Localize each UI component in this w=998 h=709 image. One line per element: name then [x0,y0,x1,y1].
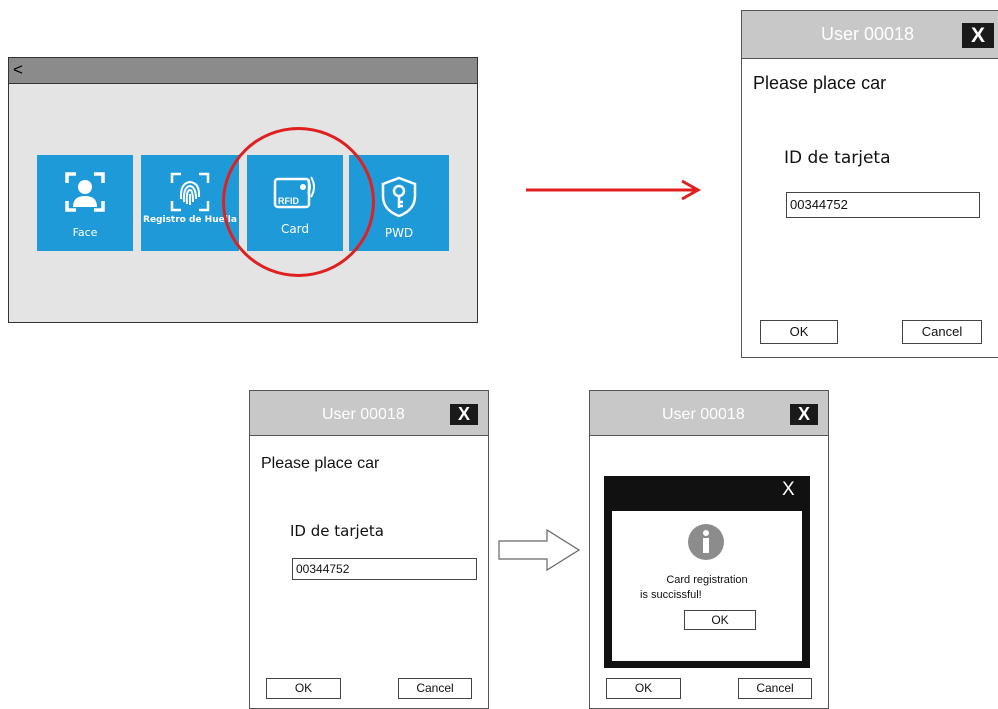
success-popup: X Card registration is succissful! OK [604,476,810,668]
success-message-line2: is succissful! [640,589,702,601]
place-card-prompt: Please place car [261,455,380,472]
card-id-label: ID de tarjeta [784,148,891,168]
popup-body: Card registration is succissful! OK [612,511,802,661]
popup-close-button[interactable]: X [782,479,795,501]
tile-face[interactable]: Face [37,155,133,251]
info-icon [688,524,724,560]
outline-arrow-icon [498,528,581,572]
dialog-titlebar: User 00018 X [590,391,828,436]
place-card-prompt: Please place car [753,73,887,93]
tile-face-label: Face [72,226,98,239]
ok-button[interactable]: OK [760,320,838,344]
dialog-titlebar: User 00018 X [250,391,488,436]
fingerprint-icon [170,172,210,212]
cancel-button[interactable]: Cancel [398,678,472,699]
success-message-line1: Card registration [666,574,748,586]
enroll-menu-screen: < Face Registro de Huella RFID Card PWD [8,57,478,323]
ok-button[interactable]: OK [606,678,681,699]
key-shield-icon [381,176,417,218]
card-id-input[interactable]: 00344752 [786,192,980,218]
highlight-circle [222,127,375,277]
dialog-title: User 00018 [821,24,915,44]
close-button[interactable]: X [962,23,994,48]
card-id-input[interactable]: 00344752 [292,558,477,580]
ok-button[interactable]: OK [266,678,341,699]
face-scan-icon [65,172,105,212]
popup-ok-button[interactable]: OK [684,610,756,630]
card-dialog-top: User 00018 X Please place car ID de tarj… [741,10,998,358]
menu-top-bar: < [9,58,477,84]
card-id-label: ID de tarjeta [290,522,384,540]
cancel-button[interactable]: Cancel [738,678,812,699]
cancel-button[interactable]: Cancel [902,320,982,344]
card-dialog-success: User 00018 X X Card registration is succ… [589,390,829,709]
dialog-titlebar: User 00018 X [742,11,998,59]
card-dialog-bottom: User 00018 X Please place car ID de tarj… [249,390,489,709]
close-button[interactable]: X [790,404,818,425]
dialog-title: User 00018 [662,406,745,423]
dialog-title: User 00018 [322,406,405,423]
back-button[interactable]: < [13,60,23,80]
red-arrow-icon [526,179,702,201]
close-button[interactable]: X [450,404,478,425]
